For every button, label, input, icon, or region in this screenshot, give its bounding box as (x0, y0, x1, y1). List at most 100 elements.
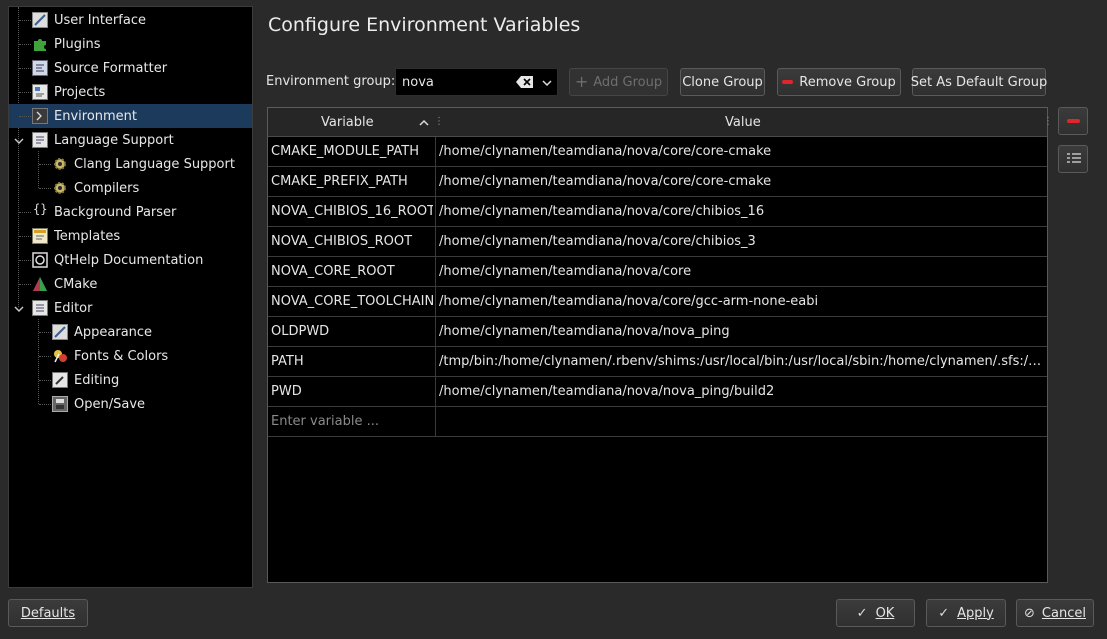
cancel-icon: ⊘ (1024, 605, 1035, 621)
column-handle-icon[interactable]: ⋮ (434, 116, 444, 127)
page-title: Configure Environment Variables (268, 14, 581, 36)
ok-label: OK (875, 605, 895, 621)
save-icon (52, 396, 68, 412)
sort-ascending-icon (419, 117, 429, 132)
table-row[interactable]: OLDPWD /home/clynamen/teamdiana/nova/nov… (268, 317, 1047, 347)
variable-cell[interactable]: PWD (271, 384, 433, 399)
table-row[interactable]: NOVA_CHIBIOS_ROOT /home/clynamen/teamdia… (268, 227, 1047, 257)
sidebar-item-editing[interactable]: Editing (9, 368, 252, 392)
clone-group-label: Clone Group (682, 74, 763, 90)
variable-cell[interactable]: NOVA_CORE_TOOLCHAIN (271, 294, 433, 309)
sidebar-item-label: Projects (54, 84, 106, 100)
table-row[interactable]: NOVA_CORE_TOOLCHAIN /home/clynamen/teamd… (268, 287, 1047, 317)
chevron-down-icon[interactable] (14, 303, 24, 313)
value-cell[interactable]: /home/clynamen/teamdiana/nova/core/gcc-a… (439, 294, 1044, 309)
variable-cell[interactable]: PATH (271, 354, 433, 369)
table-row[interactable]: NOVA_CORE_ROOT /home/clynamen/teamdiana/… (268, 257, 1047, 287)
sidebar-item-projects[interactable]: Projects (9, 80, 252, 104)
gear-icon (52, 156, 68, 172)
table-row-new[interactable]: Enter variable ... (268, 407, 1047, 437)
add-group-button[interactable]: + Add Group (569, 68, 668, 96)
sidebar-item-qthelp-documentation[interactable]: QtHelp Documentation (9, 248, 252, 272)
plugin-puzzle-icon (32, 36, 48, 52)
column-header-value[interactable]: Value (725, 115, 761, 130)
clone-group-button[interactable]: Clone Group (680, 68, 765, 96)
checkmark-icon: ✓ (938, 605, 950, 621)
table-row[interactable]: PWD /home/clynamen/teamdiana/nova/nova_p… (268, 377, 1047, 407)
variable-cell[interactable]: CMAKE_MODULE_PATH (271, 144, 433, 159)
value-cell[interactable]: /tmp/bin:/home/clynamen/.rbenv/shims:/us… (439, 354, 1044, 369)
value-cell[interactable]: /home/clynamen/teamdiana/nova/core (439, 264, 1044, 279)
value-cell[interactable]: /home/clynamen/teamdiana/nova/nova_ping (439, 324, 1044, 339)
value-cell[interactable]: /home/clynamen/teamdiana/nova/nova_ping/… (439, 384, 1044, 399)
value-cell[interactable]: /home/clynamen/teamdiana/nova/core/chibi… (439, 204, 1044, 219)
table-row[interactable]: CMAKE_PREFIX_PATH /home/clynamen/teamdia… (268, 167, 1047, 197)
remove-icon (1067, 119, 1080, 123)
batch-edit-button[interactable] (1058, 145, 1088, 173)
table-row[interactable]: PATH /tmp/bin:/home/clynamen/.rbenv/shim… (268, 347, 1047, 377)
table-header: Variable ⋮ Value ⋮ (268, 108, 1053, 137)
table-row[interactable]: NOVA_CHIBIOS_16_ROOT /home/clynamen/team… (268, 197, 1047, 227)
new-variable-placeholder[interactable]: Enter variable ... (271, 414, 433, 429)
sidebar-item-label: User Interface (54, 12, 146, 28)
settings-tree[interactable]: User Interface Plugins Source Formatter … (8, 6, 253, 588)
sidebar-item-compilers[interactable]: Compilers (9, 176, 252, 200)
column-header-variable[interactable]: Variable (321, 115, 374, 130)
sidebar-item-label: CMake (54, 276, 98, 292)
environment-group-label: Environment group: (266, 74, 396, 89)
environment-group-combobox[interactable]: nova (395, 68, 558, 96)
sidebar-item-open-save[interactable]: Open/Save (9, 392, 252, 416)
value-cell[interactable]: /home/clynamen/teamdiana/nova/core/core-… (439, 174, 1044, 189)
sidebar-item-label: Environment (54, 108, 138, 124)
remove-variable-button[interactable] (1058, 107, 1088, 135)
sidebar-item-label: QtHelp Documentation (54, 252, 204, 268)
checkmark-icon: ✓ (856, 605, 868, 621)
sidebar-item-cmake[interactable]: CMake (9, 272, 252, 296)
sidebar-item-label: Source Formatter (54, 60, 168, 76)
variable-cell[interactable]: NOVA_CHIBIOS_ROOT (271, 234, 433, 249)
sidebar-item-source-formatter[interactable]: Source Formatter (9, 56, 252, 80)
chevron-down-icon[interactable] (542, 77, 552, 92)
variable-cell[interactable]: OLDPWD (271, 324, 433, 339)
sidebar-item-label: Editor (54, 300, 93, 316)
terminal-icon (32, 108, 48, 124)
add-group-label: Add Group (593, 74, 663, 90)
column-handle-icon[interactable]: ⋮ (1043, 116, 1053, 127)
sidebar-item-editor[interactable]: Editor (9, 296, 252, 320)
variable-cell[interactable]: NOVA_CHIBIOS_16_ROOT (271, 204, 433, 219)
cancel-button[interactable]: ⊘ Cancel (1016, 599, 1094, 627)
ok-button[interactable]: ✓ OK (836, 599, 915, 627)
sidebar-item-background-parser[interactable]: {} Background Parser (9, 200, 252, 224)
remove-group-button[interactable]: Remove Group (777, 68, 901, 96)
chevron-down-icon[interactable] (14, 135, 24, 145)
projects-icon (32, 84, 48, 100)
sidebar-item-clang-language-support[interactable]: Clang Language Support (9, 152, 252, 176)
apply-button[interactable]: ✓ Apply (926, 599, 1006, 627)
environment-group-value: nova (402, 75, 434, 90)
sidebar-item-templates[interactable]: Templates (9, 224, 252, 248)
cmake-icon (32, 276, 48, 292)
sidebar-item-environment[interactable]: Environment (9, 104, 252, 128)
sidebar-item-label: Clang Language Support (74, 156, 235, 172)
table-row[interactable]: CMAKE_MODULE_PATH /home/clynamen/teamdia… (268, 137, 1047, 167)
sidebar-item-label: Plugins (54, 36, 101, 52)
sidebar-item-fonts-colors[interactable]: Fonts & Colors (9, 344, 252, 368)
sidebar-item-user-interface[interactable]: User Interface (9, 8, 252, 32)
sidebar-item-label: Appearance (74, 324, 153, 340)
qt-help-icon (32, 252, 48, 268)
defaults-button[interactable]: Defaults (8, 599, 88, 627)
sidebar-item-label: Open/Save (74, 396, 146, 412)
sidebar-item-label: Fonts & Colors (74, 348, 169, 364)
variable-cell[interactable]: NOVA_CORE_ROOT (271, 264, 433, 279)
clear-text-icon[interactable] (516, 75, 534, 93)
variable-cell[interactable]: CMAKE_PREFIX_PATH (271, 174, 433, 189)
remove-group-label: Remove Group (799, 74, 896, 90)
value-cell[interactable]: /home/clynamen/teamdiana/nova/core/core-… (439, 144, 1044, 159)
sidebar-item-label: Templates (54, 228, 121, 244)
sidebar-item-plugins[interactable]: Plugins (9, 32, 252, 56)
environment-variables-table[interactable]: Variable ⋮ Value ⋮ CMAKE_MODULE_PATH /ho… (267, 107, 1053, 583)
set-default-group-button[interactable]: Set As Default Group (911, 68, 1047, 96)
value-cell[interactable]: /home/clynamen/teamdiana/nova/core/chibi… (439, 234, 1044, 249)
sidebar-item-appearance[interactable]: Appearance (9, 320, 252, 344)
sidebar-item-language-support[interactable]: Language Support (9, 128, 252, 152)
